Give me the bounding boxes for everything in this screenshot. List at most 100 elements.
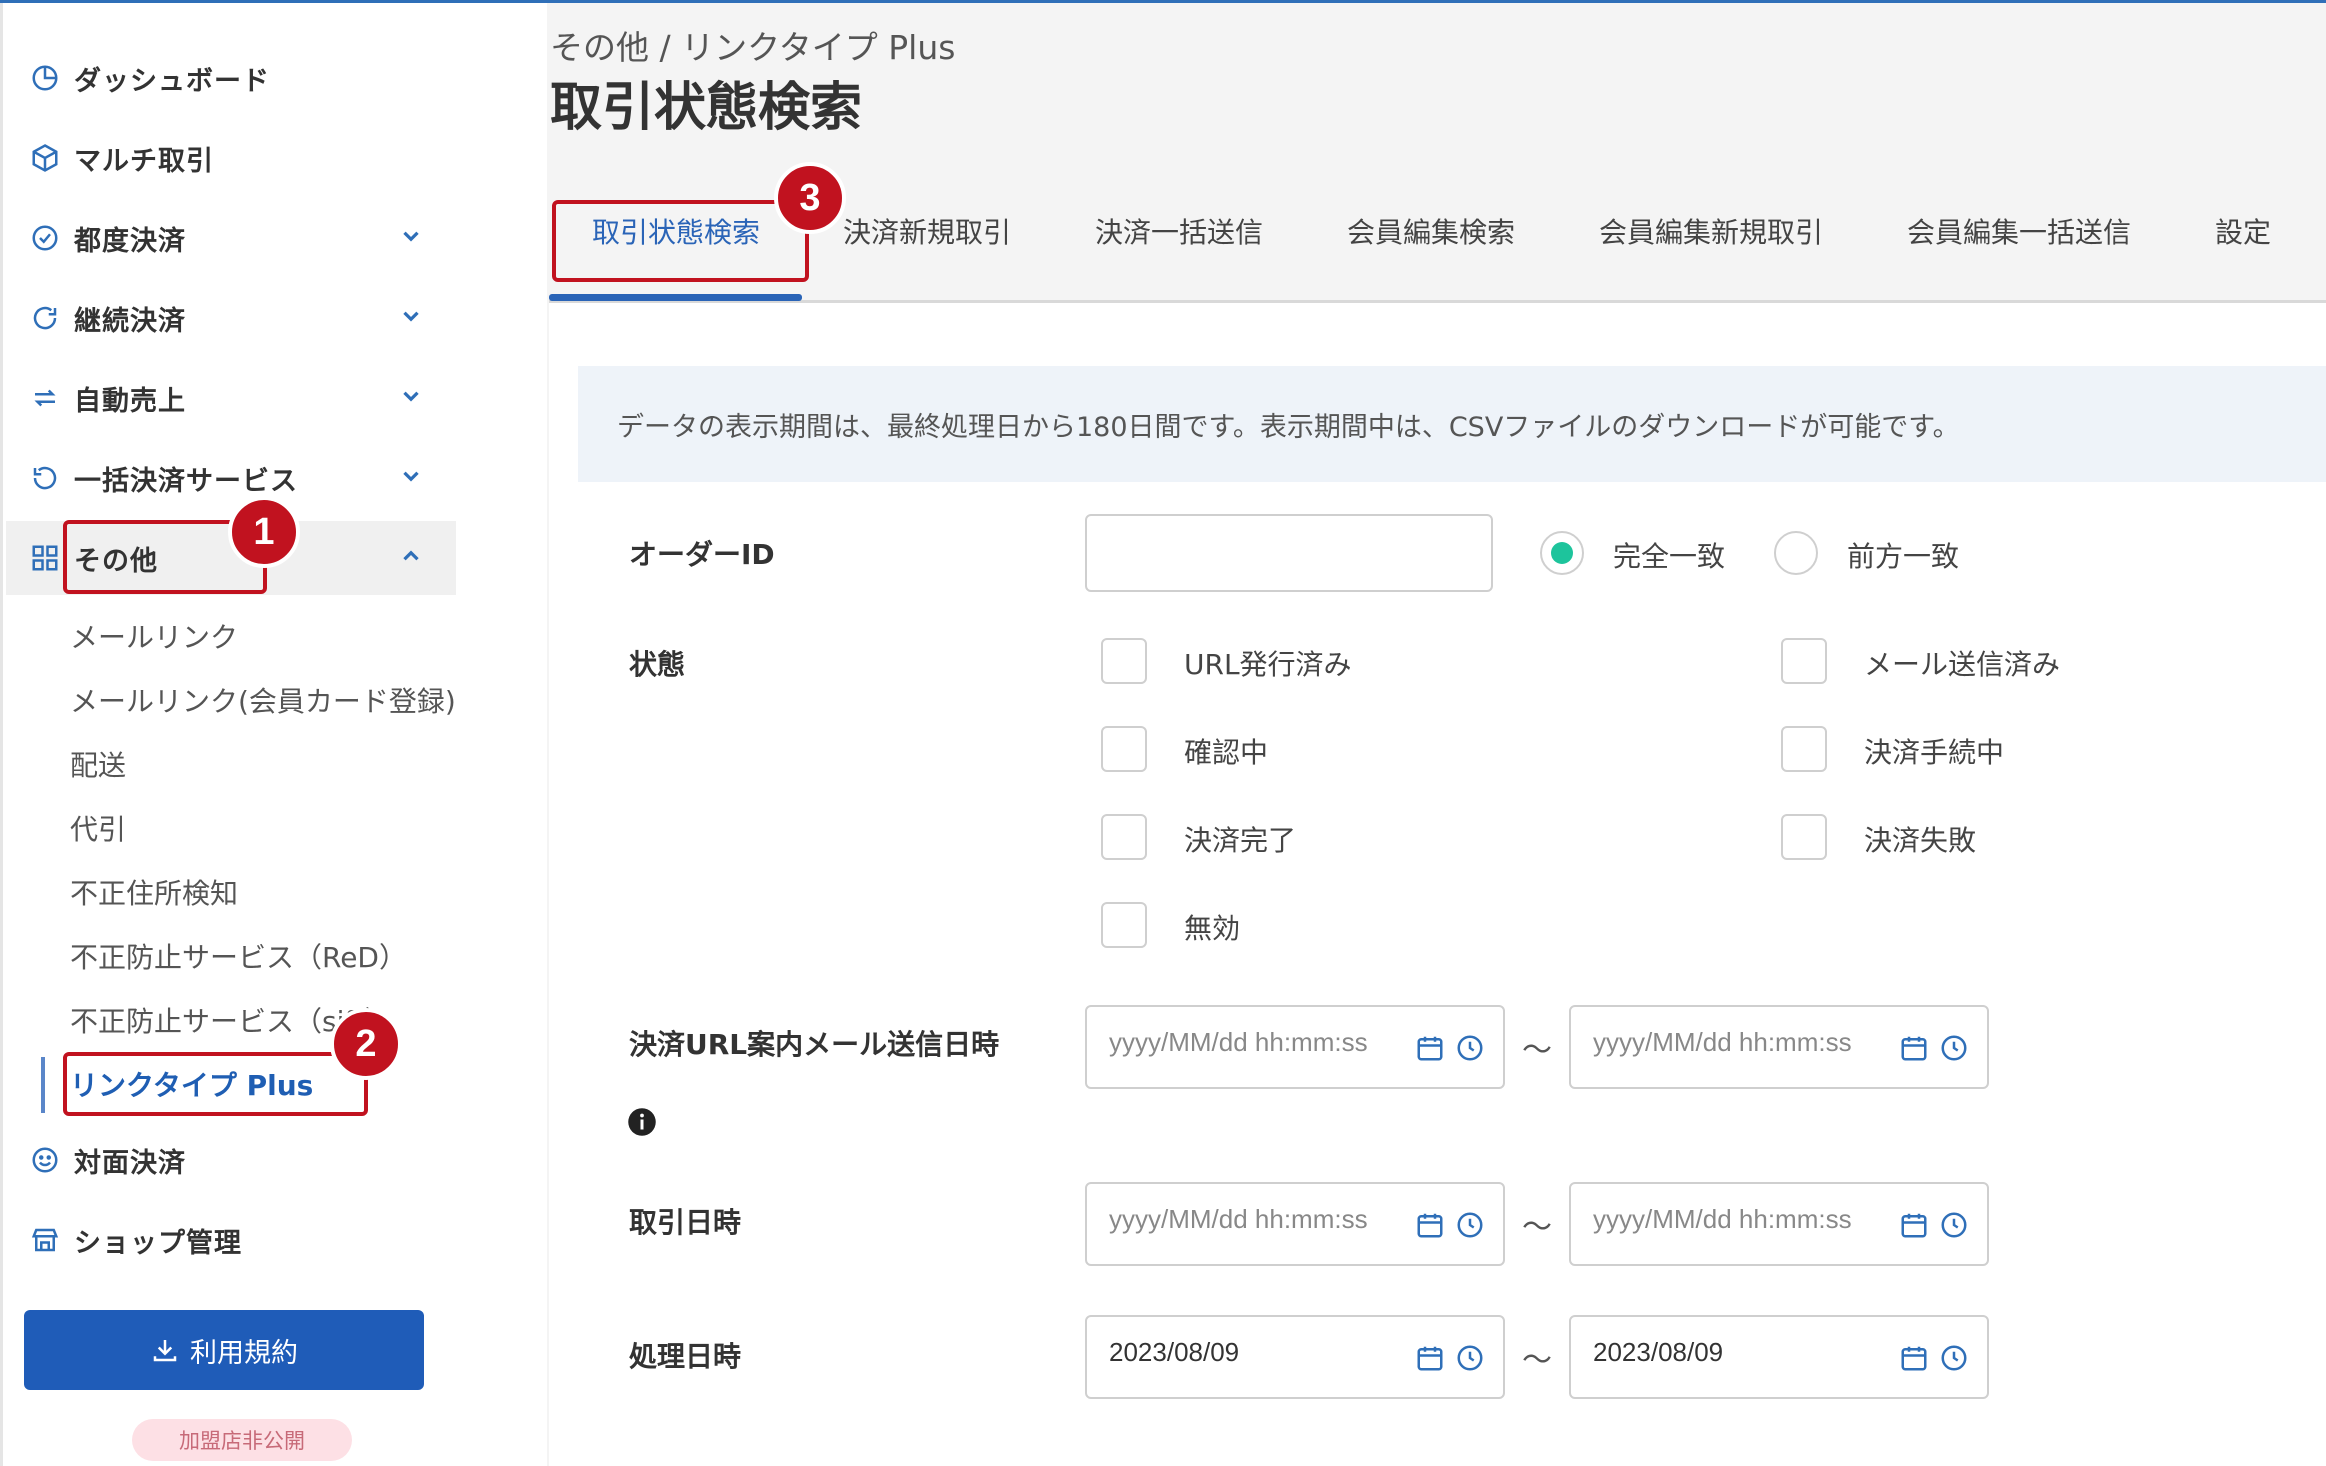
tab-payment-bulk[interactable]: 決済一括送信	[1095, 211, 1263, 251]
status-checkbox-mail-sent[interactable]	[1781, 638, 1827, 684]
processing-date-from-value: 2023/08/09	[1109, 1337, 1240, 1367]
sidebar-item-bulk-payment[interactable]: 一括決済サービス	[6, 441, 456, 515]
tab-settings[interactable]: 設定	[2215, 211, 2271, 251]
annotation-box-2	[63, 1052, 368, 1116]
status-checkbox-confirming[interactable]	[1101, 726, 1147, 772]
status-invalid-label: 無効	[1184, 912, 1241, 945]
processing-date-to-value: 2023/08/09	[1593, 1337, 1724, 1367]
processing-date-label: 処理日時	[629, 1340, 742, 1373]
sub-item-mail-link-card[interactable]: メールリンク(会員カード登録)	[70, 672, 456, 728]
terms-download-button[interactable]: 利用規約	[24, 1310, 424, 1390]
status-checkbox-failed[interactable]	[1781, 814, 1827, 860]
chevron-down-icon	[403, 311, 419, 322]
mail-sent-from-input[interactable]: yyyy/MM/dd hh:mm:ss	[1085, 1005, 1505, 1089]
sub-item-fraud-red[interactable]: 不正防止サービス（ReD）	[70, 928, 407, 984]
check-circle-icon	[28, 221, 62, 255]
transaction-date-to-input[interactable]: yyyy/MM/dd hh:mm:ss	[1569, 1182, 1989, 1266]
processing-date-from-input[interactable]: 2023/08/09	[1085, 1315, 1505, 1399]
download-icon	[153, 1340, 177, 1362]
cube-icon	[28, 141, 62, 175]
clock-icon[interactable]	[1455, 1210, 1485, 1240]
notice-banner: データの表示期間は、最終処理日から180日間です。表示期間中は、CSVファイルの…	[578, 366, 2326, 482]
status-completed-label: 決済完了	[1184, 824, 1297, 857]
sidebar-item-shop-management[interactable]: ショップ管理	[6, 1203, 456, 1277]
status-checkbox-in-payment[interactable]	[1781, 726, 1827, 772]
chevron-down-icon	[403, 391, 419, 402]
active-indicator-bar	[41, 1057, 45, 1113]
annotation-marker-2: 2	[330, 1008, 402, 1080]
page-title: 取引状態検索	[550, 78, 863, 138]
shop-icon	[28, 1223, 62, 1257]
private-badge: 加盟店非公開	[132, 1419, 352, 1461]
sub-item-mail-link[interactable]: メールリンク	[70, 608, 238, 664]
undo-icon	[28, 461, 62, 495]
transaction-date-from-placeholder: yyyy/MM/dd hh:mm:ss	[1109, 1204, 1368, 1234]
chevron-down-icon	[403, 231, 419, 242]
sub-item-delivery[interactable]: 配送	[70, 736, 126, 792]
match-prefix-label: 前方一致	[1847, 540, 1960, 573]
clock-icon[interactable]	[1939, 1343, 1969, 1373]
sidebar-item-multi-transaction[interactable]: マルチ取引	[6, 121, 456, 195]
mail-sent-from-placeholder: yyyy/MM/dd hh:mm:ss	[1109, 1027, 1368, 1057]
status-mail-sent-label: メール送信済み	[1864, 648, 2061, 681]
sub-item-cod[interactable]: 代引	[70, 800, 126, 856]
match-prefix-radio[interactable]	[1774, 531, 1818, 575]
calendar-icon[interactable]	[1899, 1210, 1929, 1240]
mail-sent-date-label: 決済URL案内メール送信日時	[629, 1028, 1000, 1061]
mail-sent-to-input[interactable]: yyyy/MM/dd hh:mm:ss	[1569, 1005, 1989, 1089]
tab-payment-new[interactable]: 決済新規取引	[843, 211, 1011, 251]
mail-sent-to-placeholder: yyyy/MM/dd hh:mm:ss	[1593, 1027, 1852, 1057]
sidebar-item-face-to-face[interactable]: 対面決済	[6, 1123, 456, 1197]
annotation-marker-1: 1	[228, 496, 300, 568]
tab-member-edit-bulk[interactable]: 会員編集一括送信	[1907, 211, 2131, 251]
calendar-icon[interactable]	[1415, 1210, 1445, 1240]
range-separator: ～	[1522, 1343, 1552, 1378]
status-url-issued-label: URL発行済み	[1184, 648, 1352, 681]
annotation-box-3	[552, 200, 809, 282]
dashboard-icon	[28, 61, 62, 95]
status-checkbox-invalid[interactable]	[1101, 902, 1147, 948]
info-icon	[628, 1108, 656, 1136]
tab-member-edit-new[interactable]: 会員編集新規取引	[1599, 211, 1823, 251]
annotation-marker-3: 3	[774, 162, 846, 234]
match-exact-label: 完全一致	[1613, 540, 1726, 573]
calendar-icon[interactable]	[1415, 1343, 1445, 1373]
smile-icon	[28, 1143, 62, 1177]
status-confirming-label: 確認中	[1184, 736, 1269, 769]
transaction-date-to-placeholder: yyyy/MM/dd hh:mm:ss	[1593, 1204, 1852, 1234]
transaction-date-from-input[interactable]: yyyy/MM/dd hh:mm:ss	[1085, 1182, 1505, 1266]
calendar-icon[interactable]	[1899, 1343, 1929, 1373]
status-checkbox-completed[interactable]	[1101, 814, 1147, 860]
chevron-down-icon	[403, 471, 419, 482]
tab-active-underline	[549, 294, 802, 301]
processing-date-to-input[interactable]: 2023/08/09	[1569, 1315, 1989, 1399]
sidebar-item-one-time-payment[interactable]: 都度決済	[6, 201, 456, 275]
tab-member-edit-search[interactable]: 会員編集検索	[1347, 211, 1515, 251]
clock-icon[interactable]	[1455, 1343, 1485, 1373]
grid-icon	[28, 541, 62, 575]
calendar-icon[interactable]	[1899, 1033, 1929, 1063]
terms-button-label: 利用規約	[190, 1337, 298, 1369]
search-panel: データの表示期間は、最終処理日から180日間です。表示期間中は、CSVファイルの…	[549, 303, 2326, 1466]
chevron-up-icon	[403, 550, 419, 561]
refresh-icon	[28, 301, 62, 335]
range-separator: ～	[1522, 1210, 1552, 1245]
status-checkbox-url-issued[interactable]	[1101, 638, 1147, 684]
status-label: 状態	[629, 648, 686, 681]
sidebar-item-dashboard[interactable]: ダッシュボード	[6, 41, 456, 115]
transaction-date-label: 取引日時	[629, 1206, 742, 1239]
status-in-payment-label: 決済手続中	[1864, 736, 2005, 769]
clock-icon[interactable]	[1455, 1033, 1485, 1063]
order-id-label: オーダーID	[629, 538, 775, 571]
order-id-input[interactable]	[1085, 514, 1493, 592]
match-exact-radio[interactable]	[1540, 531, 1584, 575]
sidebar: ダッシュボード マルチ取引 都度決済 継続決済 自動売上 一括決済サービス その…	[0, 3, 550, 1466]
calendar-icon[interactable]	[1415, 1033, 1445, 1063]
clock-icon[interactable]	[1939, 1210, 1969, 1240]
sidebar-item-auto-sales[interactable]: 自動売上	[6, 361, 456, 435]
breadcrumb: その他 / リンクタイプ Plus	[550, 28, 956, 67]
sidebar-item-recurring-payment[interactable]: 継続決済	[6, 281, 456, 355]
status-failed-label: 決済失敗	[1864, 824, 1977, 857]
sub-item-address-check[interactable]: 不正住所検知	[70, 864, 238, 920]
clock-icon[interactable]	[1939, 1033, 1969, 1063]
